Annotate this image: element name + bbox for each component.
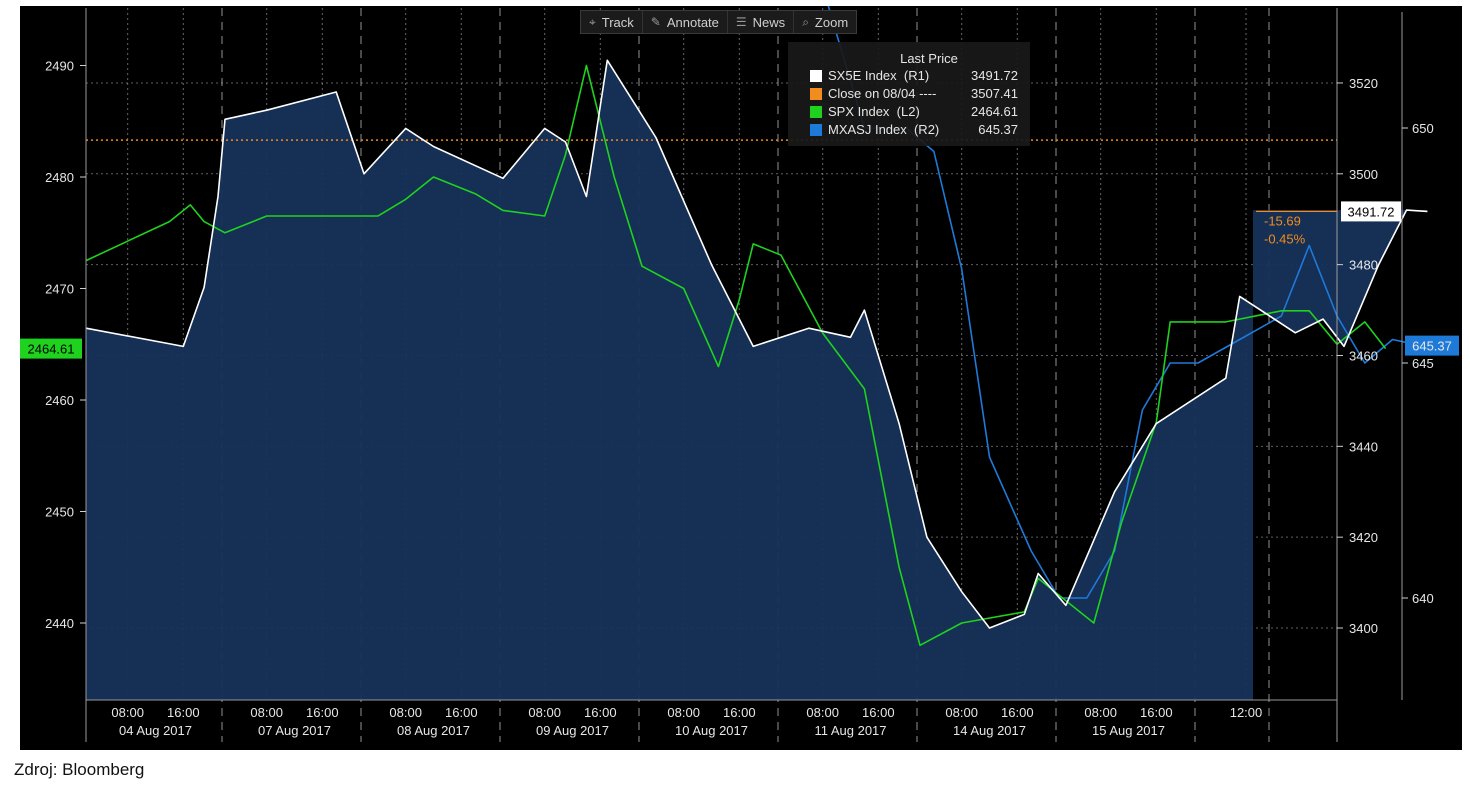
legend-swatch-mxasj xyxy=(810,124,822,136)
time-tick-label: 08:00 xyxy=(111,705,144,720)
news-button[interactable]: ☰ News xyxy=(728,11,795,33)
legend-swatch-close xyxy=(810,88,822,100)
zoom-button[interactable]: ⌕ Zoom xyxy=(794,11,856,33)
magnifier-icon: ⌕ xyxy=(802,14,809,29)
legend: Last Price SX5E Index (R1) 3491.72 Close… xyxy=(788,42,1030,146)
right1-tick-label: 3460 xyxy=(1349,348,1378,363)
chart-frame: 2440 2450 2460 2470 2480 2490 3400 3420 3440 3460… xyxy=(0,0,1470,750)
time-tick-label: 08:00 xyxy=(945,705,978,720)
time-tick-label: 08:00 xyxy=(806,705,839,720)
legend-row-close[interactable]: Close on 08/04 ---- 3507.41 xyxy=(796,86,1026,103)
legend-row-spx[interactable]: SPX Index (L2) 2464.61 xyxy=(796,104,1026,121)
left-tick-label: 2460 xyxy=(45,393,74,408)
chart-toolbar: ⌖ Track ✎ Annotate ☰ News ⌕ Zoom xyxy=(580,10,858,34)
time-tick-label: 16:00 xyxy=(1140,705,1173,720)
time-tick-label: 16:00 xyxy=(167,705,200,720)
track-label: Track xyxy=(601,14,634,30)
time-tick-label: 16:00 xyxy=(1001,705,1034,720)
legend-name: SX5E Index (R1) xyxy=(828,68,930,83)
sx5e-last-value-label: 3491.72 xyxy=(1348,204,1395,219)
time-tick-label: 16:00 xyxy=(306,705,339,720)
legend-value: 3491.72 xyxy=(971,68,1018,83)
time-tick-label: 16:00 xyxy=(445,705,478,720)
right1-tick-label: 3520 xyxy=(1349,76,1378,91)
sx5e-area-fill xyxy=(86,60,1428,701)
right2-tick-label: 650 xyxy=(1412,121,1434,136)
annotate-button[interactable]: ✎ Annotate xyxy=(643,11,728,33)
change-pct-label: -0.45% xyxy=(1264,231,1306,246)
legend-name: MXASJ Index (R2) xyxy=(828,122,940,137)
right1-tick-label: 3400 xyxy=(1349,621,1378,636)
right1-tick-label: 3420 xyxy=(1349,530,1378,545)
annotate-label: Annotate xyxy=(666,14,719,30)
area-fill-layer xyxy=(86,60,1428,701)
time-tick-label: 16:00 xyxy=(723,705,756,720)
legend-value: 2464.61 xyxy=(971,104,1018,119)
left-tick-label: 2490 xyxy=(45,59,74,74)
legend-name: Close on 08/04 ---- xyxy=(828,86,937,101)
time-tick-label: 08:00 xyxy=(528,705,561,720)
change-abs-label: -15.69 xyxy=(1264,213,1301,228)
time-tick-label: 08:00 xyxy=(667,705,700,720)
legend-swatch-spx xyxy=(810,106,822,118)
right1-tick-label: 3480 xyxy=(1349,258,1378,273)
left-border xyxy=(0,0,20,750)
source-caption: Zdroj: Bloomberg xyxy=(14,760,145,779)
top-border xyxy=(0,0,1470,6)
time-tick-label: 16:00 xyxy=(862,705,895,720)
pencil-icon: ✎ xyxy=(650,15,661,29)
date-tick-label: 07 Aug 2017 xyxy=(258,723,331,738)
time-tick-label: 08:00 xyxy=(1084,705,1117,720)
right1-tick-label: 3500 xyxy=(1349,167,1378,182)
time-tick-label: 12:00 xyxy=(1230,705,1263,720)
right2-tick-label: 645 xyxy=(1412,356,1434,371)
chart-svg: 2440 2450 2460 2470 2480 2490 3400 3420 3440 3460… xyxy=(20,0,1459,742)
zoom-label: Zoom xyxy=(814,14,849,30)
legend-row-mxasj[interactable]: MXASJ Index (R2) 645.37 xyxy=(796,122,1026,139)
legend-name: SPX Index (L2) xyxy=(828,104,920,119)
right-border xyxy=(1462,0,1470,750)
date-tick-label: 10 Aug 2017 xyxy=(675,723,748,738)
date-tick-label: 09 Aug 2017 xyxy=(536,723,609,738)
track-button[interactable]: ⌖ Track xyxy=(581,11,643,33)
mxasj-last-value-label: 645.37 xyxy=(1412,339,1452,354)
date-tick-label: 08 Aug 2017 xyxy=(397,723,470,738)
left-tick-label: 2440 xyxy=(45,616,74,631)
right2-tick-label: 640 xyxy=(1412,591,1434,606)
time-tick-label: 08:00 xyxy=(389,705,422,720)
left-tick-label: 2480 xyxy=(45,170,74,185)
date-tick-label: 15 Aug 2017 xyxy=(1092,723,1165,738)
right1-tick-label: 3440 xyxy=(1349,439,1378,454)
date-tick-label: 14 Aug 2017 xyxy=(953,723,1026,738)
legend-swatch-sx5e xyxy=(810,70,822,82)
news-icon: ☰ xyxy=(735,15,747,29)
date-tick-label: 11 Aug 2017 xyxy=(814,723,886,738)
legend-value: 645.37 xyxy=(978,122,1018,137)
spx-last-value-label: 2464.61 xyxy=(28,342,75,357)
legend-row-sx5e[interactable]: SX5E Index (R1) 3491.72 xyxy=(796,68,1026,85)
legend-value: 3507.41 xyxy=(971,86,1018,101)
time-tick-label: 08:00 xyxy=(250,705,283,720)
left-tick-label: 2450 xyxy=(45,505,74,520)
legend-title: Last Price xyxy=(900,51,958,66)
news-label: News xyxy=(752,14,786,30)
left-tick-label: 2470 xyxy=(45,282,74,297)
crosshair-icon: ⌖ xyxy=(589,14,596,29)
time-tick-label: 16:00 xyxy=(584,705,617,720)
date-tick-label: 04 Aug 2017 xyxy=(119,723,192,738)
